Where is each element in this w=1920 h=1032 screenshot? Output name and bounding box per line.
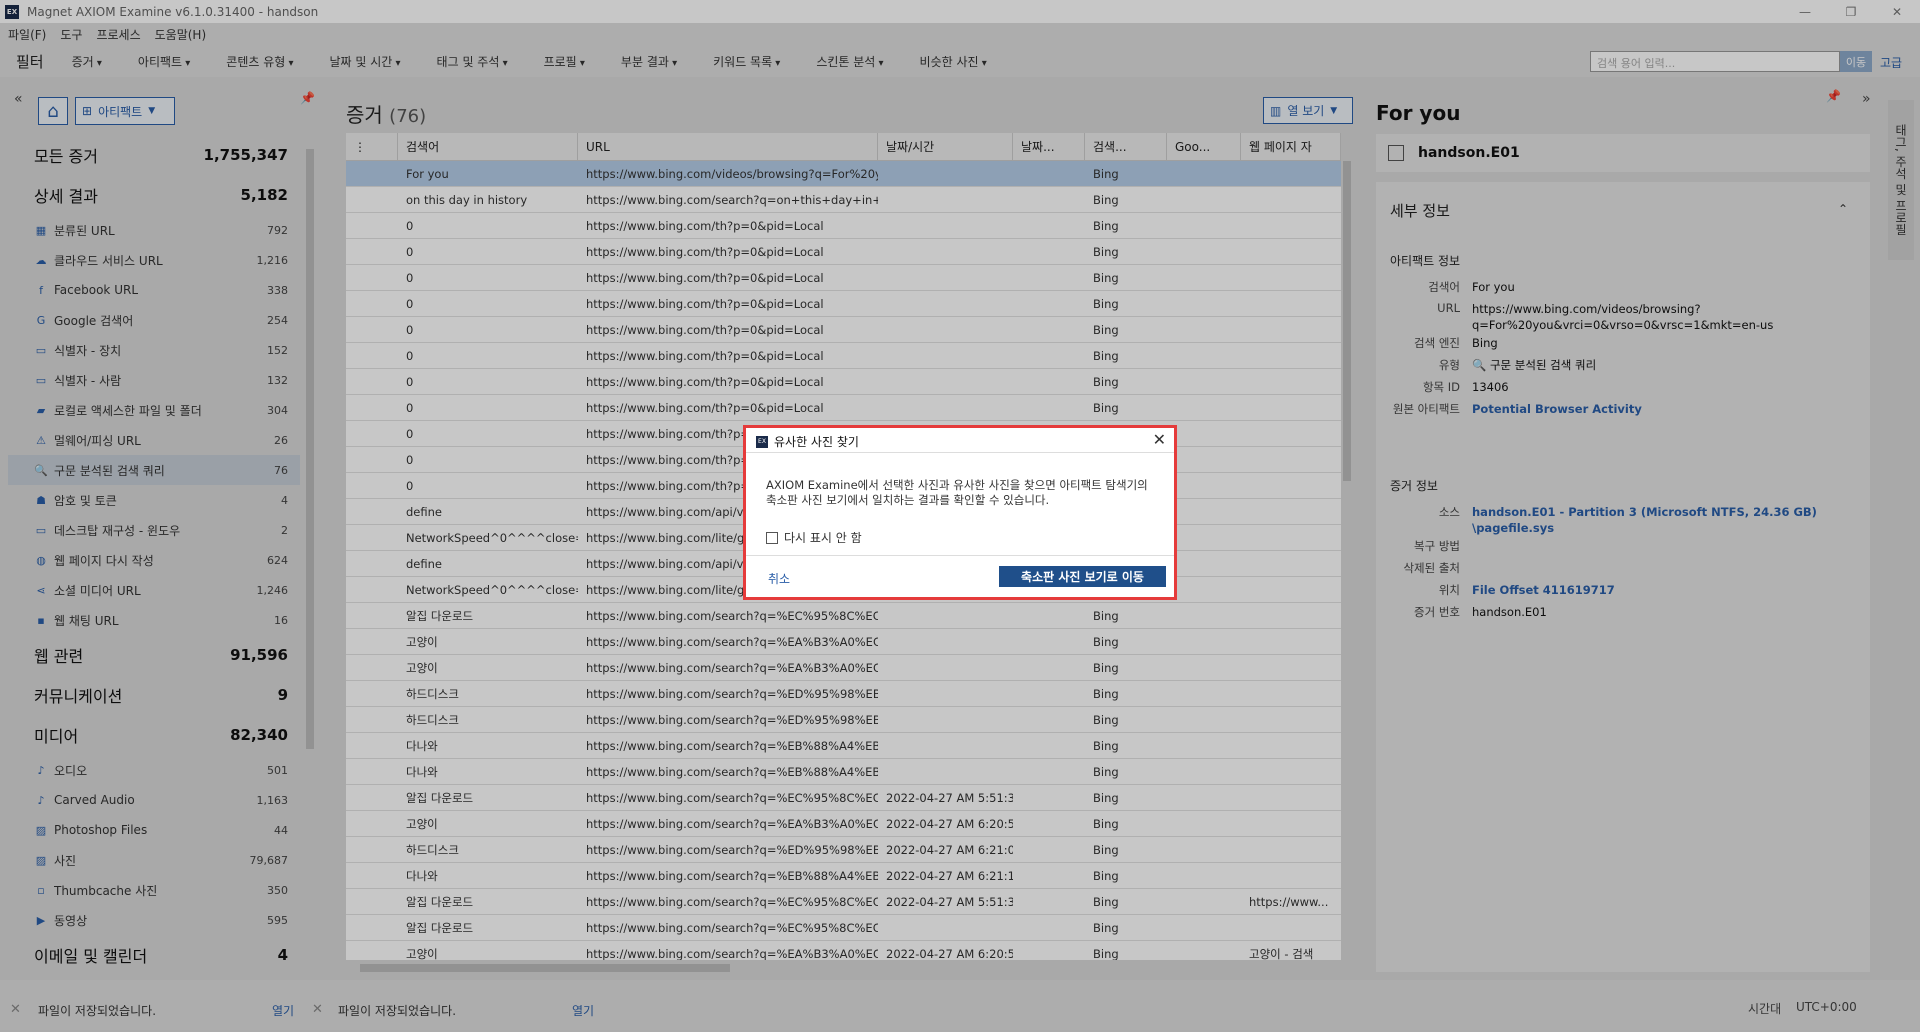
- divider: [746, 555, 1174, 556]
- checkbox-label: 다시 표시 안 함: [784, 531, 862, 545]
- dialog-message: AXIOM Examine에서 선택한 사진과 유사한 사진을 찾으면 아티팩트…: [766, 478, 1148, 507]
- similar-photos-dialog: EX 유사한 사진 찾기 ✕ AXIOM Examine에서 선택한 사진과 유사…: [743, 425, 1177, 600]
- divider: [746, 452, 1174, 453]
- app-logo-icon: EX: [756, 435, 768, 448]
- dialog-close-icon[interactable]: ✕: [1153, 430, 1166, 449]
- checkbox-box[interactable]: [766, 531, 778, 544]
- dont-show-again-checkbox[interactable]: 다시 표시 안 함: [766, 529, 862, 546]
- dialog-title: 유사한 사진 찾기: [774, 435, 859, 449]
- cancel-button[interactable]: 취소: [768, 570, 790, 587]
- go-to-thumbnail-view-button[interactable]: 축소판 사진 보기로 이동: [999, 566, 1166, 587]
- dialog-title-bar: EX 유사한 사진 찾기: [756, 433, 859, 450]
